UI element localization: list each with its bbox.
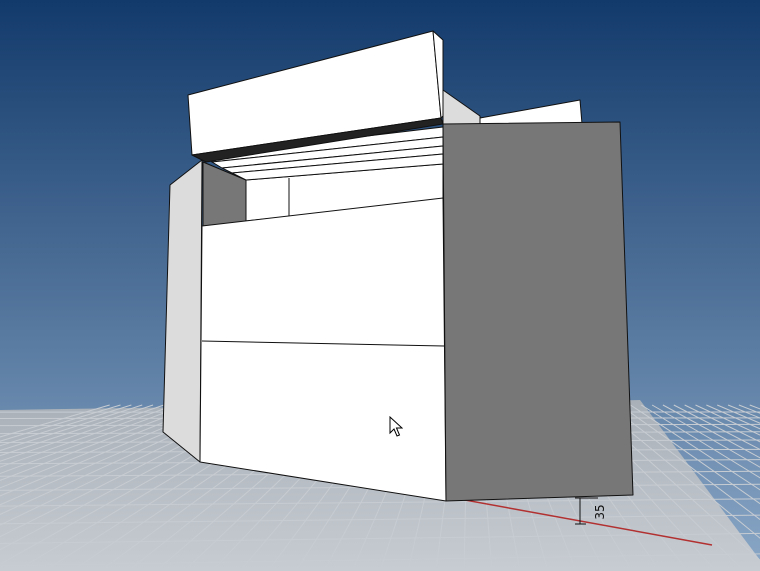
building-front-face[interactable] (199, 197, 447, 502)
3d-viewport[interactable]: 35 (0, 0, 760, 571)
dimension-label: 35 (593, 504, 607, 519)
3d-scene[interactable]: 35 (0, 0, 760, 571)
building-right-face[interactable] (442, 121, 634, 502)
arrow-pointer-icon (389, 416, 403, 437)
